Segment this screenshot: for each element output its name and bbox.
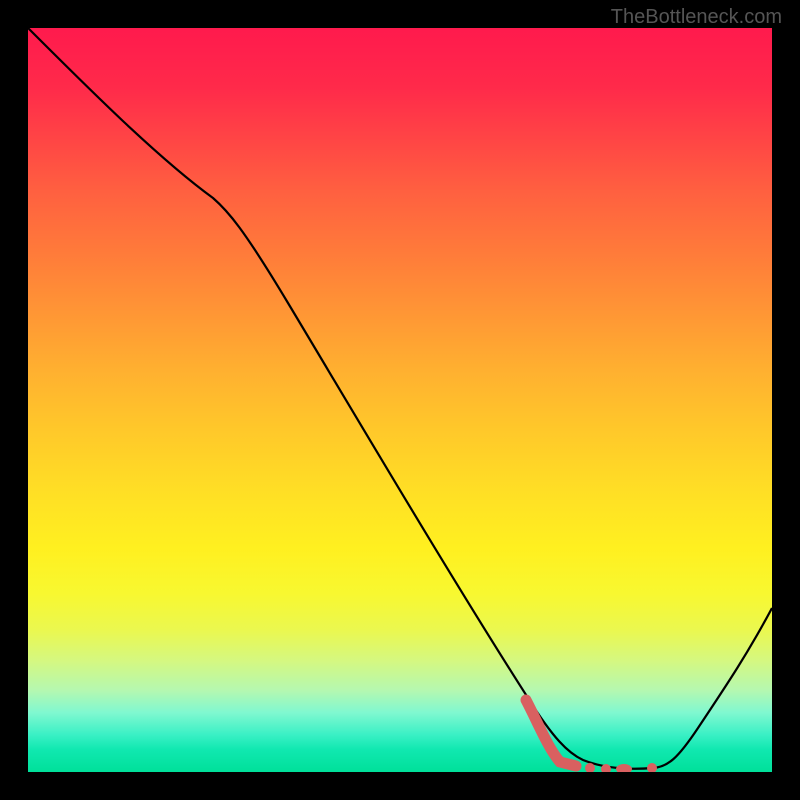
optimal-region-marker	[28, 28, 772, 772]
watermark: TheBottleneck.com	[611, 6, 782, 29]
dot-2	[601, 764, 611, 772]
dot-3	[616, 764, 632, 772]
dot-1	[585, 763, 595, 772]
dot-4	[647, 763, 657, 772]
chart-plot-area	[28, 28, 772, 772]
dotted-path-1	[526, 700, 576, 766]
